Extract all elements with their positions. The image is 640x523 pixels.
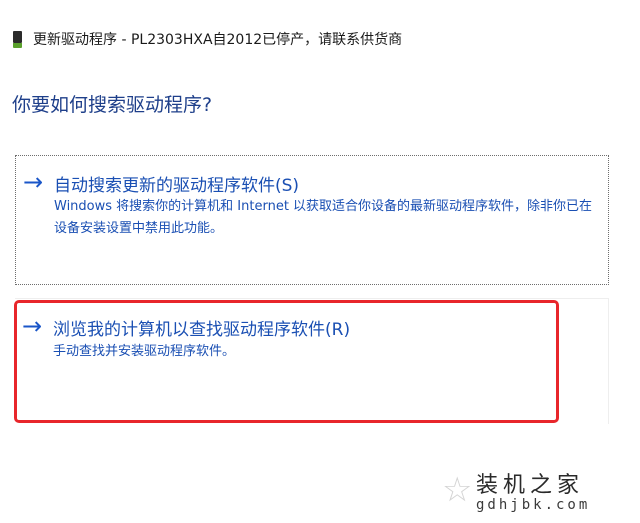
- auto-search-description: Windows 将搜索你的计算机和 Internet 以获取适合你设备的最新驱动…: [54, 199, 593, 236]
- page-heading: 你要如何搜索驱动程序?: [12, 94, 213, 116]
- usb-device-icon: [13, 30, 22, 48]
- site-watermark: ☆ 装机之家 gdhjbk.com: [442, 467, 626, 517]
- arrow-right-icon: →: [22, 312, 43, 340]
- browse-computer-description: 手动查找并安装驱动程序软件。: [53, 344, 236, 359]
- browse-computer-option[interactable]: → 浏览我的计算机以查找驱动程序软件(R) 手动查找并安装驱动程序软件。: [15, 298, 609, 424]
- window-titlebar: 更新驱动程序 - PL2303HXA自2012已停产，请联系供货商: [13, 28, 402, 50]
- auto-search-title: 自动搜索更新的驱动程序软件(S): [54, 176, 300, 196]
- browse-computer-title: 浏览我的计算机以查找驱动程序软件(R): [53, 320, 351, 340]
- watermark-title: 装机之家: [476, 473, 585, 498]
- auto-search-option[interactable]: → 自动搜索更新的驱动程序软件(S) Windows 将搜索你的计算机和 Int…: [15, 155, 609, 285]
- star-icon: ☆: [442, 470, 473, 510]
- window-title: 更新驱动程序 - PL2303HXA自2012已停产，请联系供货商: [33, 32, 403, 48]
- arrow-right-icon: →: [23, 168, 44, 196]
- watermark-url: gdhjbk.com: [476, 497, 591, 513]
